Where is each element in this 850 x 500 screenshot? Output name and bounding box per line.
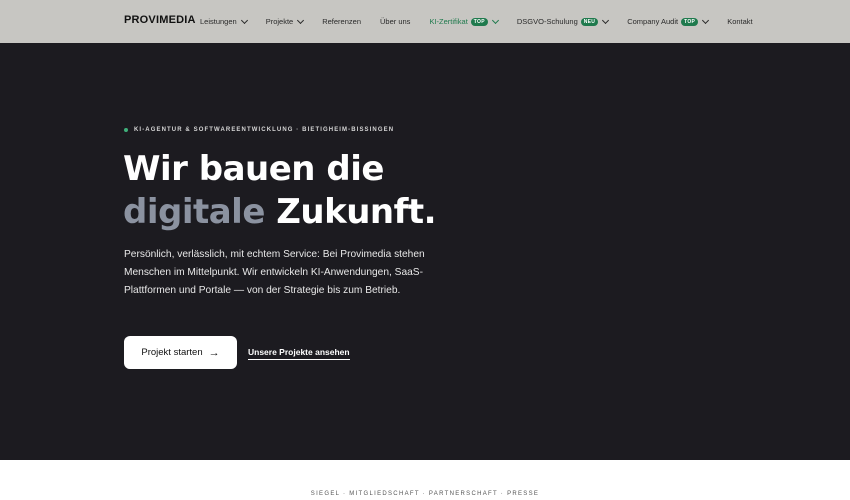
arrow-right-icon: → [208, 346, 220, 359]
nav-item-company-audit[interactable]: Company Audit TOP [627, 16, 710, 26]
nav-item-ki-zertifikat[interactable]: KI-Zertifikat TOP [429, 16, 499, 26]
hero-lead-text: Persönlich, verlässlich, mit echtem Serv… [124, 249, 425, 296]
nav-item-dsgvo-schulung[interactable]: DSGVO-Schulung NEU [516, 16, 610, 26]
chevron-down-icon [702, 16, 710, 24]
nav-item-label: Leistungen [200, 17, 237, 26]
nav-item-label: DSGVO-Schulung [516, 17, 578, 26]
trust-strip: SIEGEL · MITGLIEDSCHAFT · PARTNERSCHAFT … [0, 460, 850, 500]
hero-eyebrow: KI-AGENTUR & SOFTWAREENTWICKLUNG · BIETI… [124, 127, 394, 133]
top-badge: TOP [681, 17, 699, 26]
hero-section: KI-AGENTUR & SOFTWAREENTWICKLUNG · BIETI… [0, 43, 850, 460]
top-badge: TOP [470, 17, 488, 26]
chevron-down-icon [240, 16, 248, 24]
nav-item-kontakt[interactable]: Kontakt [727, 17, 752, 26]
new-badge: NEU [580, 17, 599, 26]
top-navigation: PROVIMEDIA Leistungen Projekte Referenze… [0, 0, 850, 43]
headline-line-1: Wir bauen die [123, 149, 384, 189]
status-dot-icon [124, 128, 128, 132]
nav-item-referenzen[interactable]: Referenzen [322, 17, 361, 26]
nav-item-projekte[interactable]: Projekte [265, 16, 305, 26]
headline-end: Zukunft. [276, 192, 437, 232]
button-label: Projekt starten [141, 347, 203, 358]
site-logo[interactable]: PROVIMEDIA [124, 14, 196, 26]
chevron-down-icon [602, 16, 610, 24]
chevron-down-icon [297, 16, 305, 24]
nav-item-label: Projekte [265, 17, 294, 26]
view-projects-link[interactable]: Unsere Projekte ansehen [248, 347, 350, 360]
nav-item-label: KI-Zertifikat [429, 17, 468, 26]
start-project-button[interactable]: Projekt starten → [124, 336, 237, 369]
trust-strip-label: SIEGEL · MITGLIEDSCHAFT · PARTNERSCHAFT … [310, 491, 540, 497]
headline-highlight: digitale [123, 192, 265, 232]
main-menu: Leistungen Projekte Referenzen Über uns … [200, 0, 772, 43]
nav-item-ueber-uns[interactable]: Über uns [380, 17, 410, 26]
nav-item-label: Referenzen [322, 17, 361, 26]
hero-headline: Wir bauen die digitale Zukunft. [123, 148, 543, 234]
nav-item-label: Kontakt [727, 17, 753, 26]
chevron-down-icon [491, 16, 499, 24]
nav-item-leistungen[interactable]: Leistungen [200, 16, 248, 26]
nav-item-label: Über uns [380, 17, 411, 26]
eyebrow-text: KI-AGENTUR & SOFTWAREENTWICKLUNG · BIETI… [134, 127, 395, 133]
nav-item-label: Company Audit [627, 17, 679, 26]
